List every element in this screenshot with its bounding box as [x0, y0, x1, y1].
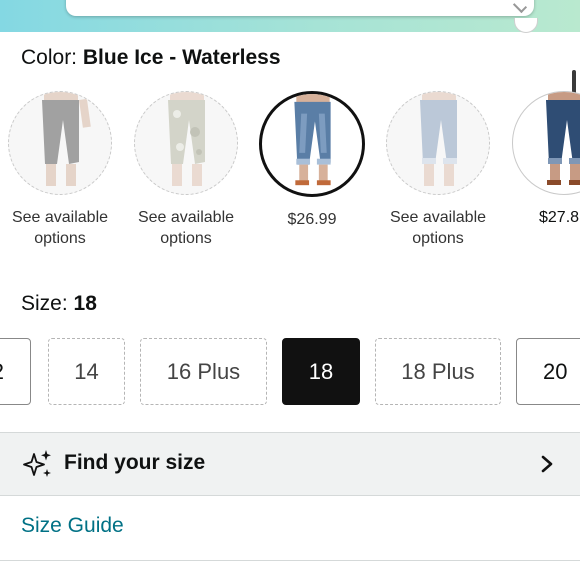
size-option-2[interactable]: 2 — [0, 338, 31, 405]
color-swatch-1[interactable]: See available options — [0, 88, 123, 249]
swatch-image — [512, 91, 580, 195]
find-your-size-label: Find your size — [64, 451, 206, 474]
color-swatch-3[interactable]: $26.99 — [249, 88, 375, 230]
size-option-16-plus[interactable]: 16 Plus — [140, 338, 267, 405]
swatch-image — [259, 91, 365, 197]
color-label: Color: — [21, 46, 78, 69]
size-option-18-plus[interactable]: 18 Plus — [375, 338, 501, 405]
swatch-caption: $27.8 — [539, 209, 580, 226]
color-swatch-4[interactable]: See available options — [375, 88, 501, 249]
dropdown-icon[interactable] — [512, 0, 528, 14]
color-value: Blue Ice - Waterless — [82, 46, 281, 69]
pants-image — [42, 92, 91, 186]
size-option-18[interactable]: 18 — [282, 338, 360, 405]
size-options-row: 2 14 16 Plus 18 18 Plus 20 — [0, 338, 580, 408]
color-heading: Color: Blue Ice - Waterless — [21, 46, 281, 70]
find-your-size-row[interactable]: Find your size — [0, 432, 580, 496]
divider — [0, 560, 580, 561]
color-swatch-row: See available options See available opti… — [0, 88, 580, 268]
size-label: Size: — [21, 292, 68, 315]
swatch-image — [8, 91, 112, 195]
swatch-caption: See available options — [137, 209, 235, 247]
sparkle-icon — [23, 450, 51, 477]
size-option-20[interactable]: 20 — [516, 338, 580, 405]
search-bar[interactable] — [66, 0, 534, 16]
pants-image — [294, 94, 331, 186]
chevron-right-icon — [541, 455, 553, 473]
size-value: 18 — [73, 292, 97, 315]
size-guide-link[interactable]: Size Guide — [21, 514, 124, 538]
pants-image — [420, 92, 457, 186]
size-heading: Size: 18 — [21, 292, 97, 316]
color-swatch-5[interactable]: $27.8 — [501, 88, 580, 228]
color-swatch-2[interactable]: See available options — [123, 88, 249, 249]
swatch-caption: See available options — [389, 209, 487, 247]
pants-image — [168, 92, 205, 186]
swatch-image — [386, 91, 490, 195]
size-option-14[interactable]: 14 — [48, 338, 125, 405]
swatch-image — [134, 91, 238, 195]
swatch-caption: See available options — [11, 209, 109, 247]
swatch-caption: $26.99 — [287, 211, 337, 228]
pants-image — [546, 92, 580, 185]
